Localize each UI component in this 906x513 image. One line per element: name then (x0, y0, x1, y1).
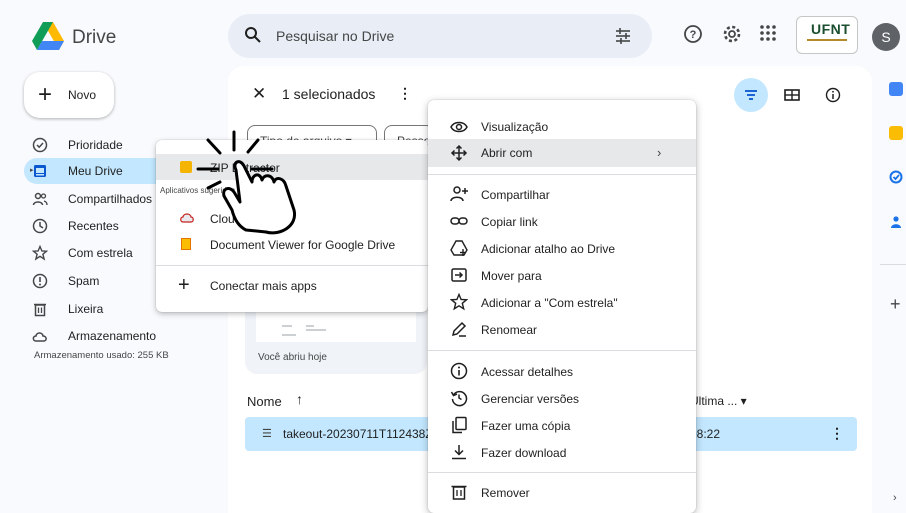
spam-icon (32, 273, 48, 289)
sidebar-item-label: Compartilhados (68, 192, 153, 206)
context-menu-highlight (428, 139, 696, 167)
rename-pencil-icon (450, 320, 468, 338)
menu-item-remove[interactable]: Remover (481, 486, 530, 500)
pointer-hand-icon (194, 126, 314, 236)
menu-item-make-copy[interactable]: Fazer uma cópia (481, 419, 570, 433)
chevron-right-icon[interactable]: › (893, 492, 897, 504)
organization-logo-stripe (807, 39, 847, 47)
clock-icon (32, 218, 48, 234)
contacts-icon[interactable] (889, 215, 903, 229)
menu-item-details[interactable]: Acessar detalhes (481, 365, 573, 379)
search-options-icon[interactable] (614, 27, 632, 45)
new-button-label: Novo (68, 88, 97, 102)
cloud-icon (32, 328, 48, 344)
sidebar-item-label: Meu Drive (68, 164, 123, 178)
check-circle-icon (32, 137, 48, 153)
submenu-item-connect-apps[interactable]: Conectar mais apps (210, 279, 317, 293)
info-icon[interactable] (825, 87, 841, 103)
move-to-icon (450, 266, 468, 284)
chevron-right-icon: › (657, 145, 662, 160)
link-icon (450, 212, 468, 230)
download-icon (450, 443, 468, 461)
add-shortcut-icon (450, 239, 468, 257)
sidebar-item-label: Prioridade (68, 138, 123, 152)
apps-grid-icon[interactable] (759, 24, 777, 42)
selection-count: 1 selecionados (282, 86, 376, 102)
settings-icon[interactable] (722, 24, 742, 44)
menu-item-add-star[interactable]: Adicionar a "Com estrela" (481, 296, 618, 310)
document-viewer-icon (181, 238, 191, 250)
menu-item-share[interactable]: Compartilhar (481, 188, 550, 202)
my-drive-icon (32, 163, 48, 179)
avatar[interactable]: S (872, 23, 900, 51)
plus-icon: + (178, 274, 190, 296)
filter-icon (745, 90, 757, 100)
open-with-icon (450, 144, 468, 162)
sidebar-item-armazenamento[interactable]: Armazenamento (24, 323, 222, 349)
sidebar-item-label: Armazenamento (68, 329, 157, 343)
menu-item-manage-versions[interactable]: Gerenciar versões (481, 392, 579, 406)
organization-logo[interactable]: UFNT (796, 16, 858, 54)
submenu-divider (156, 265, 428, 266)
share-person-icon (450, 185, 468, 203)
close-icon[interactable]: ✕ (252, 84, 266, 104)
zip-extractor-icon (180, 161, 192, 173)
menu-divider (428, 472, 696, 473)
eye-icon (450, 118, 468, 136)
menu-item-copy-link[interactable]: Copiar link (481, 215, 538, 229)
trash-icon (450, 483, 468, 501)
search-bar[interactable]: Pesquisar no Drive (228, 14, 652, 58)
sidebar-item-label: Com estrela (68, 246, 133, 260)
card-subtitle: Você abriu hoje (258, 352, 327, 363)
copy-icon (450, 416, 468, 434)
tasks-icon[interactable] (889, 170, 903, 184)
new-button[interactable]: + Novo (24, 72, 114, 118)
file-name: takeout-20230711T112438Z (283, 427, 428, 441)
star-icon (32, 245, 48, 261)
more-actions-icon[interactable]: ⋮ (398, 85, 412, 102)
sidebar-item-label: Spam (68, 274, 100, 288)
calendar-icon[interactable] (889, 82, 903, 96)
trash-icon (32, 301, 48, 317)
menu-item-open-with[interactable]: Abrir com (481, 146, 532, 160)
shared-icon (32, 191, 48, 207)
menu-item-download[interactable]: Fazer download (481, 446, 566, 460)
menu-divider (428, 174, 696, 175)
help-icon[interactable]: ? (683, 24, 703, 44)
filter-toggle-button[interactable] (734, 78, 768, 112)
zip-file-icon: ☰ (262, 428, 272, 440)
info-icon (450, 362, 468, 380)
add-addon-icon[interactable]: + (890, 294, 901, 315)
cloudconvert-icon (180, 212, 194, 224)
search-icon (244, 26, 262, 44)
column-header-last-modified[interactable]: Última ... ▾ (690, 394, 747, 408)
menu-item-add-shortcut[interactable]: Adicionar atalho ao Drive (481, 242, 615, 256)
keep-icon[interactable] (889, 126, 903, 140)
version-history-icon (450, 389, 468, 407)
sidebar-item-label: Lixeira (68, 302, 104, 316)
sort-up-arrow-icon[interactable]: ↑ (296, 391, 303, 407)
svg-text:?: ? (690, 29, 697, 41)
sidebar-item-label: Recentes (68, 219, 119, 233)
rail-divider (880, 264, 906, 265)
menu-divider (428, 350, 696, 351)
star-icon (450, 293, 468, 311)
menu-item-preview[interactable]: Visualização (481, 120, 548, 134)
column-header-name[interactable]: Nome (247, 394, 282, 409)
grid-view-icon[interactable] (784, 87, 800, 103)
column-header-label: Última ... (690, 394, 738, 408)
storage-usage-text: Armazenamento usado: 255 KB (34, 350, 169, 361)
search-input[interactable]: Pesquisar no Drive (276, 28, 394, 44)
drive-logo[interactable] (32, 22, 64, 50)
plus-icon: + (38, 81, 53, 108)
row-more-icon[interactable]: ⋮ (830, 425, 844, 442)
drive-brand-title[interactable]: Drive (72, 27, 116, 49)
organization-logo-text: UFNT (811, 21, 851, 37)
menu-item-rename[interactable]: Renomear (481, 323, 537, 337)
menu-item-move-to[interactable]: Mover para (481, 269, 542, 283)
submenu-item-document-viewer[interactable]: Document Viewer for Google Drive (210, 238, 395, 252)
